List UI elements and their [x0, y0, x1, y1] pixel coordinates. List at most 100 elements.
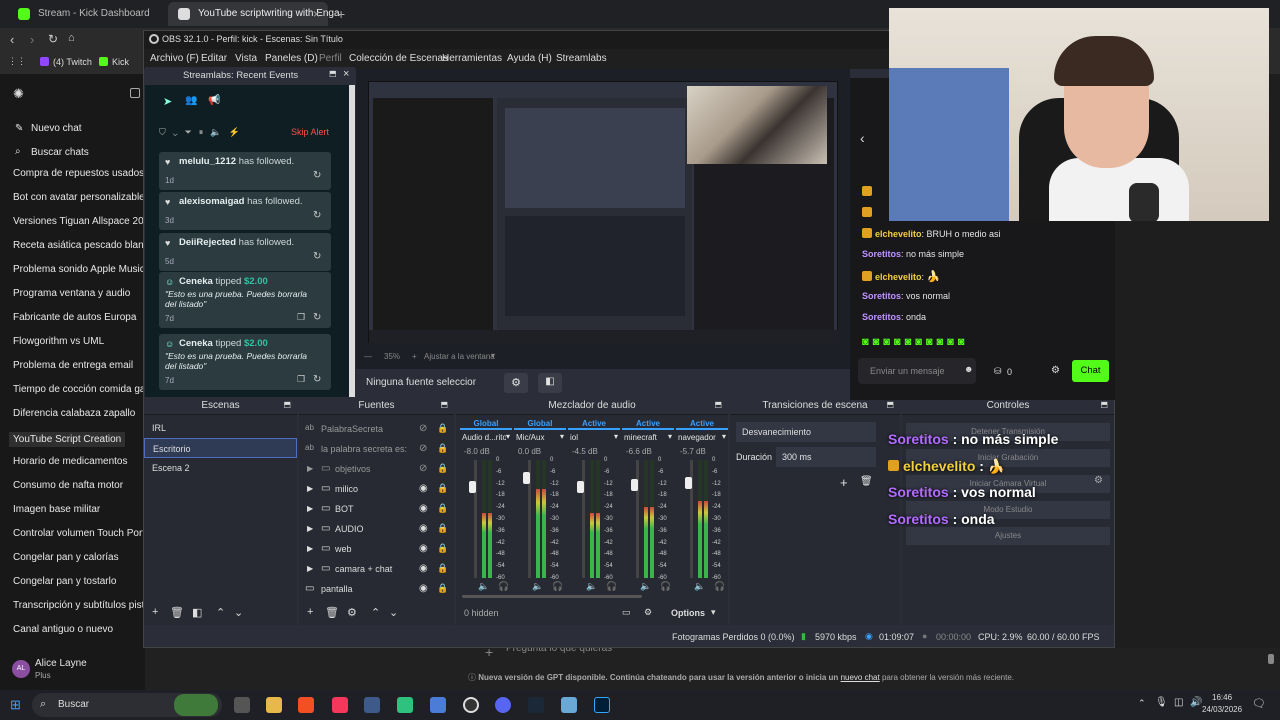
replay-icon[interactable]: ↻ — [313, 312, 321, 323]
new-tab-icon[interactable]: + — [337, 6, 345, 22]
lock-icon[interactable]: 🔒 — [437, 423, 448, 434]
lock-icon[interactable]: 🔒 — [437, 583, 448, 594]
close-icon[interactable]: × — [343, 68, 349, 80]
channel-name[interactable]: minecraft — [624, 433, 668, 442]
copy-icon[interactable]: ❐ — [297, 312, 305, 323]
source-item[interactable]: ab la palabra secreta es: ⊘ 🔒 — [299, 439, 454, 459]
source-item[interactable]: ab PalabraSecreta ⊘ 🔒 — [299, 419, 454, 439]
replay-icon[interactable]: ↻ — [313, 251, 321, 262]
home-icon[interactable]: ⌂ — [68, 32, 75, 44]
chat-history-item[interactable]: Problema sonido Apple Music — [13, 264, 145, 275]
chat-history-item[interactable]: YouTube Script Creation — [9, 432, 126, 447]
headphones-icon[interactable]: 🎧 — [660, 581, 671, 592]
move-down-icon[interactable]: ⌄ — [389, 606, 398, 619]
lock-icon[interactable]: 🔒 — [437, 483, 448, 494]
eye-hidden-icon[interactable]: ⊘ — [419, 463, 427, 474]
headphones-icon[interactable]: 🎧 — [498, 581, 509, 592]
speaker-icon[interactable]: 🔈 — [586, 581, 597, 592]
source-item[interactable]: ▶ ▭ objetivos ⊘ 🔒 — [299, 459, 454, 479]
chat-history-item[interactable]: Tiempo de cocción comida gato — [13, 384, 154, 395]
scrollbar[interactable] — [1268, 654, 1274, 664]
chat-user[interactable]: Soretitos — [862, 249, 901, 259]
scene-item-selected[interactable]: Escritorio — [144, 438, 297, 458]
volume-slider-handle[interactable] — [523, 472, 530, 484]
undock-icon[interactable]: ⬒ — [886, 400, 894, 409]
chat-history-item[interactable]: Fabricante de autos Europa — [13, 312, 136, 323]
volume-slider-handle[interactable] — [631, 479, 638, 491]
emote-icons[interactable]: ◙◙◙◙◙◙◙◙◙◙ — [862, 336, 968, 348]
trash-icon[interactable]: 🗑 — [170, 606, 184, 619]
mixer-scrollbar[interactable] — [462, 595, 642, 598]
chat-history-item[interactable]: Receta asiática pescado blanco — [13, 240, 154, 251]
menu-ayuda[interactable]: Ayuda (H) — [507, 53, 552, 64]
move-up-icon[interactable]: ⌃ — [371, 606, 380, 619]
tab-chatgpt[interactable]: YouTube scriptwriting with Enga × — [168, 2, 340, 26]
taskbar-search[interactable]: ⌕ Buscar — [32, 693, 222, 717]
expand-arrow-icon[interactable]: ▶ — [307, 524, 313, 533]
streamlabs-scrollbar[interactable] — [349, 85, 355, 397]
menu-perfil[interactable]: Perfil — [319, 53, 342, 64]
headphones-icon[interactable]: 🎧 — [714, 581, 725, 592]
mic-icon[interactable]: 🎙 — [1155, 697, 1168, 708]
tray-chevron-icon[interactable]: ⌃ — [1138, 698, 1146, 709]
gear-icon[interactable]: ⚙ — [347, 606, 357, 619]
add-icon[interactable]: + — [152, 606, 158, 618]
transition-select[interactable]: Desvanecimiento — [736, 422, 876, 442]
duration-input[interactable]: 300 ms — [776, 447, 876, 467]
obs-taskbar-icon[interactable] — [463, 697, 479, 713]
lock-icon[interactable]: 🔒 — [437, 523, 448, 534]
eye-icon[interactable]: ◉ — [419, 483, 428, 494]
bookmark-twitch[interactable]: (4) Twitch — [53, 57, 92, 67]
activity-icon[interactable]: ➤ — [163, 95, 172, 108]
forward-icon[interactable]: › — [30, 32, 34, 47]
clock-time[interactable]: 16:46 — [1212, 693, 1232, 702]
control-button[interactable]: Ajustes — [906, 527, 1110, 545]
app-icon[interactable] — [561, 697, 577, 713]
layout-icon[interactable]: ▭ — [622, 607, 631, 618]
menu-streamlabs[interactable]: Streamlabs — [556, 53, 607, 64]
eye-icon[interactable]: ◉ — [419, 543, 428, 554]
source-item[interactable]: ▶ ▭ camara + chat ◉ 🔒 — [299, 559, 454, 579]
volume-slider-handle[interactable] — [469, 481, 476, 493]
expand-arrow-icon[interactable]: ▶ — [307, 504, 313, 513]
user-profile[interactable]: AL Alice Layne Plus — [0, 652, 145, 690]
scene-filters-icon[interactable]: ◧ — [192, 606, 202, 619]
windows-start-icon[interactable]: ⊞ — [10, 697, 21, 713]
search-chats-button[interactable]: Buscar chats — [31, 147, 89, 158]
hidden-count[interactable]: 0 hidden — [464, 608, 499, 618]
scene-item[interactable]: Escena 2 — [144, 458, 297, 478]
headphones-icon[interactable]: 🎧 — [552, 581, 563, 592]
chat-user[interactable]: Soretitos — [862, 312, 901, 322]
close-tab-icon[interactable]: × — [313, 7, 320, 21]
chat-history-item[interactable]: Imagen base militar — [13, 504, 100, 515]
eye-hidden-icon[interactable]: ⊘ — [419, 423, 427, 434]
source-item[interactable]: ▭ pantalla ◉ 🔒 — [299, 579, 454, 599]
chat-history-item[interactable]: Congelar pan y tostarlo — [13, 576, 116, 587]
event-card[interactable]: ♥ DeiiRejected has followed. 5d ↻ — [159, 233, 331, 271]
lock-icon[interactable]: 🔒 — [437, 463, 448, 474]
eye-icon[interactable]: ◉ — [419, 563, 428, 574]
expand-arrow-icon[interactable]: ▶ — [307, 464, 313, 473]
chat-history-item[interactable]: Canal antiguo o nuevo — [13, 624, 113, 635]
undock-icon[interactable]: ⬒ — [283, 400, 291, 409]
undock-icon[interactable]: ⬒ — [714, 400, 722, 409]
eye-icon[interactable]: ◉ — [419, 523, 428, 534]
chat-history-item[interactable]: Versiones Tiguan Allspace 2019 — [13, 216, 155, 227]
speaker-icon[interactable]: 🔈 — [478, 581, 489, 592]
gear-icon[interactable]: ⚙ — [1094, 475, 1103, 486]
chevron-down-icon[interactable]: ▾ — [506, 432, 510, 441]
chat-history-item[interactable]: Programa ventana y audio — [13, 288, 130, 299]
settings-icon[interactable] — [234, 697, 250, 713]
undock-icon[interactable]: ⬒ — [1100, 400, 1108, 409]
channel-name[interactable]: Audio d...ritorio — [462, 433, 506, 442]
music-icon[interactable] — [332, 697, 348, 713]
expand-arrow-icon[interactable]: ▶ — [307, 544, 313, 553]
event-card[interactable]: ☺ Ceneka tipped $2.00 "Esto es una prueba.… — [159, 334, 331, 390]
chat-user[interactable]: elchevelito — [875, 272, 922, 282]
network-icon[interactable]: ◫ — [1174, 697, 1183, 708]
options-button[interactable]: Options — [671, 608, 705, 618]
event-card[interactable]: ♥ alexisomaigad has followed. 3d ↻ — [159, 192, 331, 230]
channel-name[interactable]: navegador — [678, 433, 722, 442]
source-item[interactable]: ▶ ▭ milico ◉ 🔒 — [299, 479, 454, 499]
zoom-plus-icon[interactable]: + — [412, 352, 417, 361]
